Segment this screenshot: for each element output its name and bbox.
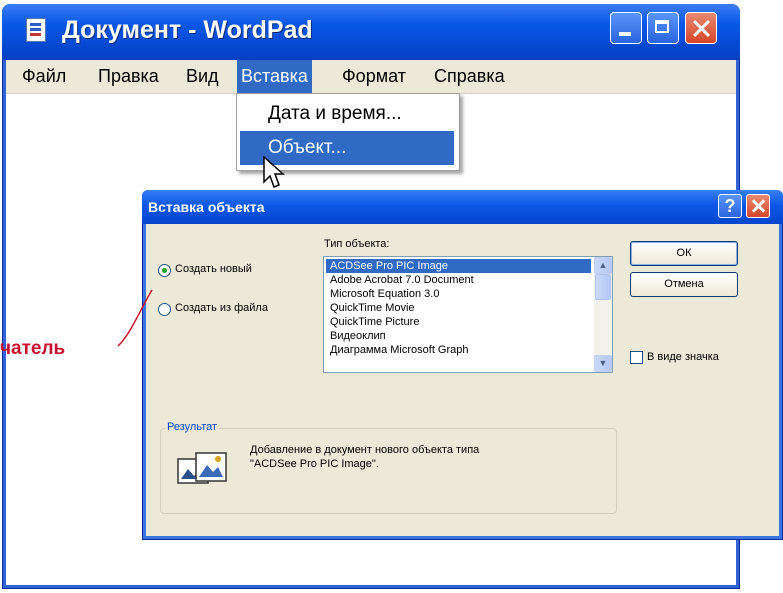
- list-item[interactable]: Диаграмма Microsoft Graph: [326, 343, 591, 357]
- annotation-text: чатель: [0, 338, 66, 359]
- minimize-button[interactable]: [610, 12, 642, 44]
- scroll-up-icon[interactable]: ▲: [594, 257, 612, 274]
- menu-edit[interactable]: Правка: [96, 60, 161, 93]
- result-picture-icon: [177, 452, 227, 484]
- list-item[interactable]: Adobe Acrobat 7.0 Document: [326, 273, 591, 287]
- radio-create-from-file-label[interactable]: Создать из файла: [175, 302, 268, 314]
- result-group: [160, 428, 617, 514]
- result-description-line2: "ACDSee Pro PIC Image".: [250, 458, 379, 470]
- wordpad-document-icon: [26, 18, 46, 42]
- mouse-cursor-icon: [263, 156, 285, 188]
- list-item[interactable]: QuickTime Picture: [326, 315, 591, 329]
- result-description-line1: Добавление в документ нового объекта тип…: [250, 444, 480, 456]
- dialog-help-button[interactable]: ?: [718, 194, 742, 218]
- cancel-button[interactable]: Отмена: [630, 272, 738, 297]
- radio-create-from-file[interactable]: [158, 303, 171, 316]
- list-item[interactable]: ACDSee Pro PIC Image: [326, 259, 591, 273]
- close-button[interactable]: [685, 12, 717, 44]
- radio-create-new[interactable]: [158, 264, 171, 277]
- menu-help[interactable]: Справка: [432, 60, 507, 93]
- maximize-button[interactable]: [647, 12, 679, 44]
- menu-view[interactable]: Вид: [184, 60, 221, 93]
- result-group-label: Результат: [165, 421, 220, 433]
- window-title: Документ - WordPad: [62, 16, 313, 44]
- list-item[interactable]: Видеоклип: [326, 329, 591, 343]
- ok-button[interactable]: ОК: [630, 241, 738, 266]
- object-type-label: Тип объекта:: [324, 238, 390, 250]
- menu-item-date-time[interactable]: Дата и время...: [240, 97, 454, 131]
- scroll-down-icon[interactable]: ▼: [594, 355, 612, 372]
- scroll-thumb[interactable]: [595, 274, 611, 300]
- display-as-icon-label[interactable]: В виде значка: [647, 351, 719, 363]
- display-as-icon-checkbox[interactable]: [630, 351, 643, 364]
- menu-file[interactable]: Файл: [20, 60, 68, 93]
- menu-insert[interactable]: Вставка: [237, 60, 312, 93]
- dialog-close-button[interactable]: [746, 194, 770, 218]
- menu-format[interactable]: Формат: [340, 60, 408, 93]
- radio-create-new-label[interactable]: Создать новый: [175, 263, 252, 275]
- dialog-title: Вставка объекта: [148, 199, 265, 215]
- list-item[interactable]: QuickTime Movie: [326, 301, 591, 315]
- list-item[interactable]: Microsoft Equation 3.0: [326, 287, 591, 301]
